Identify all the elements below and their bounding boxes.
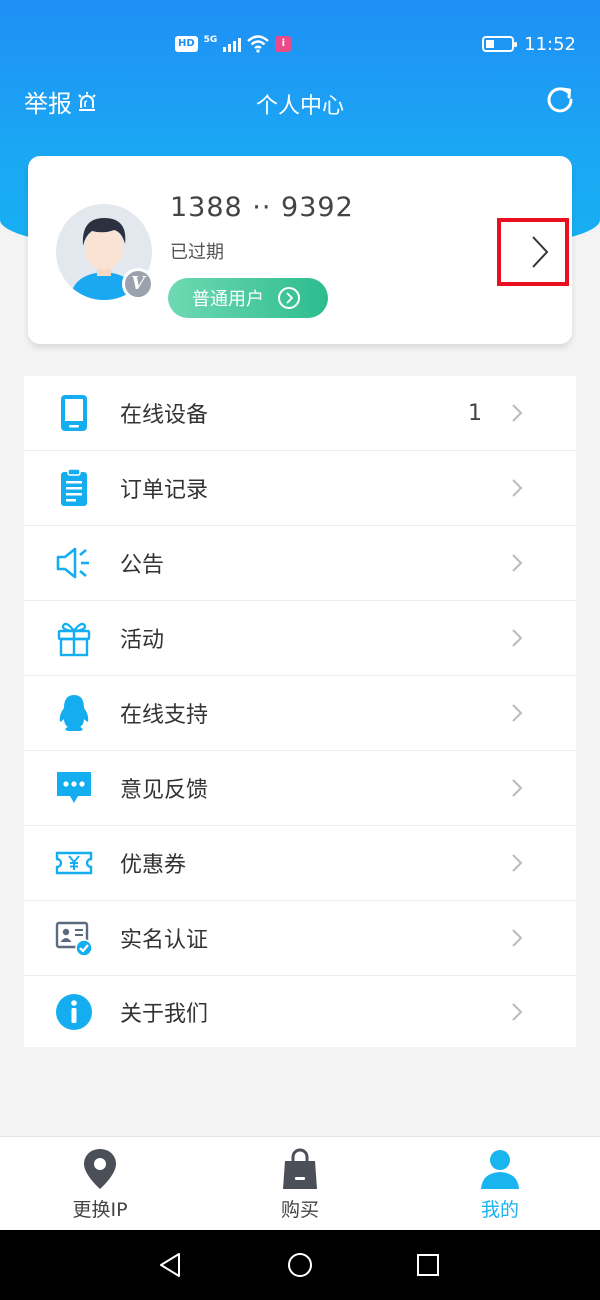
menu-label: 优惠券 [120,853,187,878]
menu-item-feedback[interactable]: 意见反馈 [24,751,576,826]
menu-label: 意见反馈 [120,778,209,803]
phone-number: 1388 ·· 9392 [170,192,354,223]
menu-item-order-history[interactable]: 订单记录 [24,451,576,526]
circle-arrow-icon [278,287,300,309]
bottom-tab-bar: 更换IP 购买 我的 [0,1136,600,1230]
tab-label: 购买 [280,1199,319,1221]
chevron-right-icon [512,479,523,497]
tab-change-ip[interactable]: 更换IP [20,1147,180,1222]
tab-purchase[interactable]: 购买 [220,1147,380,1222]
coupon-icon [55,851,93,875]
network-type: 5G [203,35,218,45]
verified-badge-icon: V [122,268,154,300]
clipboard-icon [61,468,87,506]
gift-icon [57,622,91,657]
menu-label: 在线设备 [120,403,209,428]
user-type-label: 普通用户 [192,289,264,310]
recents-square-icon[interactable] [413,1250,443,1280]
user-type-button[interactable]: 普通用户 [168,278,328,318]
profile-card[interactable]: V 1388 ·· 9392 已过期 普通用户 [28,156,572,344]
status-right: 11:52 [482,32,576,56]
menu-list: 在线设备 1 订单记录 公告 活动 在线支持 意见反馈 优惠券 实名认证 关于我… [24,376,576,1047]
status-icons: HD 5G i [175,32,292,56]
tab-label: 我的 [480,1199,519,1221]
info-icon [56,993,92,1030]
menu-label: 活动 [120,628,165,653]
status-bar: HD 5G i 11:52 [0,0,600,88]
home-circle-icon[interactable] [285,1250,315,1280]
location-pin-icon [84,1149,116,1189]
battery-icon [482,36,518,52]
chevron-right-icon [512,629,523,647]
chevron-right-icon [512,404,523,422]
menu-item-online-devices[interactable]: 在线设备 1 [24,376,576,451]
chevron-right-icon [512,1002,523,1021]
tab-mine[interactable]: 我的 [420,1147,580,1222]
menu-item-real-name-verification[interactable]: 实名认证 [24,901,576,976]
chevron-right-icon [512,704,523,722]
person-icon [481,1150,519,1189]
menu-label: 公告 [120,553,165,578]
tablet-icon [61,395,87,431]
chevron-right-icon [512,929,523,947]
membership-status: 已过期 [170,242,224,263]
chevron-right-icon [512,779,523,797]
refresh-icon[interactable] [542,82,578,118]
chevron-right-icon [512,554,523,572]
speaker-icon [56,547,89,579]
shopping-bag-icon [283,1148,317,1189]
tab-label: 更换IP [72,1199,128,1221]
id-card-icon [55,921,93,957]
menu-label: 关于我们 [120,1001,209,1027]
menu-item-about-us[interactable]: 关于我们 [24,976,576,1047]
signal-icon [223,36,242,52]
wifi-icon [247,35,270,53]
page-title: 个人中心 [255,94,344,119]
menu-label: 在线支持 [120,703,209,728]
menu-item-announcements[interactable]: 公告 [24,526,576,601]
penguin-icon [59,695,89,731]
back-triangle-icon[interactable] [155,1250,185,1280]
menu-label: 订单记录 [120,478,209,503]
menu-label: 实名认证 [120,928,209,953]
menu-item-coupons[interactable]: 优惠券 [24,826,576,901]
system-navigation-bar [0,1230,600,1300]
clock: 11:52 [524,33,576,55]
menu-item-online-support[interactable]: 在线支持 [24,676,576,751]
highlight-box [497,218,569,286]
menu-item-activities[interactable]: 活动 [24,601,576,676]
chevron-right-icon [512,854,523,872]
hd-indicator: HD [175,36,198,52]
device-count: 1 [468,400,482,426]
chat-bubble-icon [57,772,91,803]
notification-app-icon: i [275,36,292,52]
top-bar: 举报 个人中心 [0,80,600,124]
